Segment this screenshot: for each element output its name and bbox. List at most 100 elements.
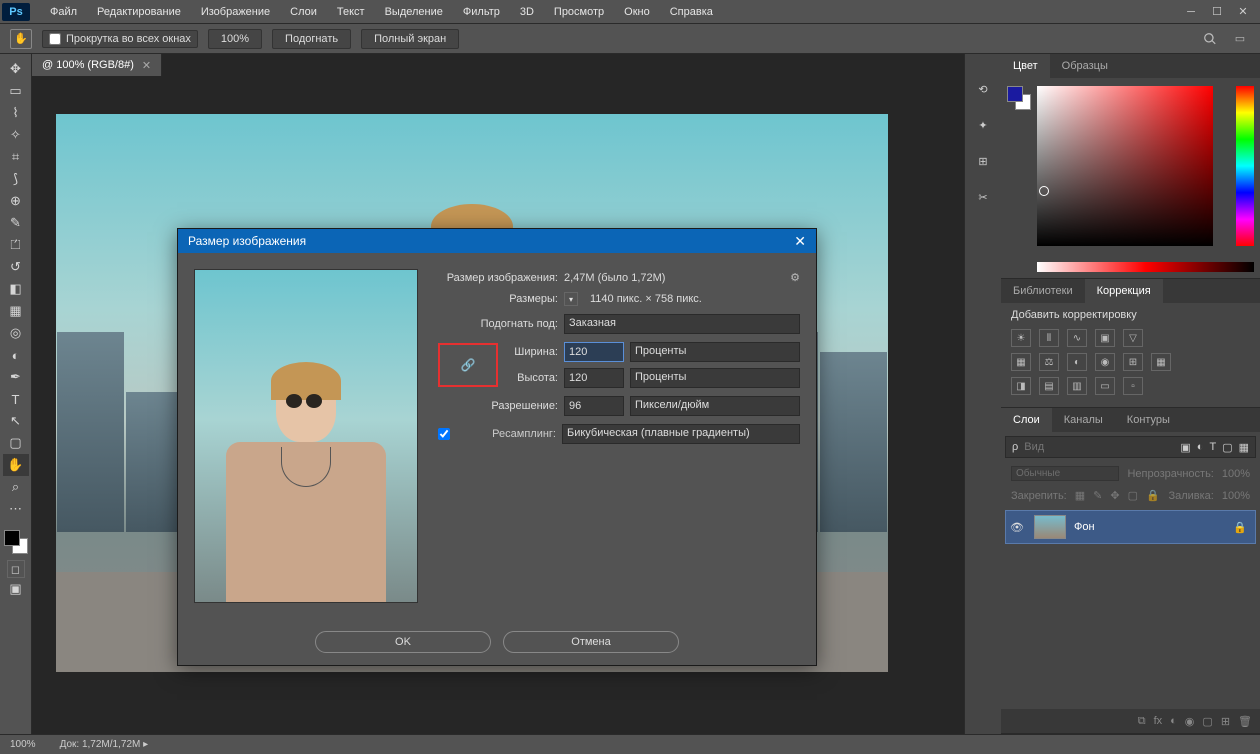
shape-tool[interactable]: ▢: [3, 432, 29, 454]
resolution-input[interactable]: [564, 396, 624, 416]
document-tab[interactable]: @ 100% (RGB/8#)✕: [32, 54, 162, 76]
eyedropper-tool[interactable]: ⟆: [3, 168, 29, 190]
history-brush-tool[interactable]: ↺: [3, 256, 29, 278]
bw-icon[interactable]: ◐: [1067, 353, 1087, 371]
swatches-tab[interactable]: Образцы: [1050, 54, 1120, 78]
fit-to-select[interactable]: Заказная: [564, 314, 800, 334]
adjustments-panel-icon[interactable]: ✂: [972, 186, 994, 208]
close-button[interactable]: ✕: [1234, 4, 1252, 20]
invert-icon[interactable]: ◨: [1011, 377, 1031, 395]
paths-tab[interactable]: Контуры: [1115, 408, 1182, 432]
zoom-status[interactable]: 100%: [10, 739, 36, 750]
filter-type-icon[interactable]: T: [1209, 441, 1216, 453]
lookup-icon[interactable]: ▦: [1151, 353, 1171, 371]
layers-tab[interactable]: Слои: [1001, 408, 1052, 432]
filter-shape-icon[interactable]: ▢: [1222, 441, 1232, 454]
photo-filter-icon[interactable]: ◉: [1095, 353, 1115, 371]
layer-lock-icon[interactable]: 🔒: [1233, 521, 1251, 534]
constrain-proportions-toggle[interactable]: 🔗: [438, 343, 498, 387]
edit-toolbar[interactable]: ⋯: [3, 498, 29, 520]
properties-panel-icon[interactable]: ✦: [972, 114, 994, 136]
color-picker[interactable]: [1001, 78, 1260, 278]
libraries-tab[interactable]: Библиотеки: [1001, 279, 1085, 303]
fit-button[interactable]: Подогнать: [272, 29, 351, 49]
balance-icon[interactable]: ⚖: [1039, 353, 1059, 371]
height-input[interactable]: [564, 368, 624, 388]
width-input[interactable]: [564, 342, 624, 362]
channels-tab[interactable]: Каналы: [1052, 408, 1115, 432]
pen-tool[interactable]: ✒: [3, 366, 29, 388]
marquee-tool[interactable]: ▭: [3, 80, 29, 102]
layer-filter[interactable]: ρ ▣ ◐ T ▢ ▦: [1005, 436, 1256, 458]
dialog-close-icon[interactable]: ✕: [794, 233, 806, 250]
link-layers-icon[interactable]: ⧉: [1138, 715, 1146, 728]
hand-tool-icon[interactable]: ✋: [10, 29, 32, 49]
height-unit-select[interactable]: Проценты: [630, 368, 800, 388]
magic-wand-tool[interactable]: ✧: [3, 124, 29, 146]
adjustment-layer-icon[interactable]: ◉: [1185, 715, 1195, 728]
fx-icon[interactable]: fx: [1154, 715, 1163, 727]
threshold-icon[interactable]: ▥: [1067, 377, 1087, 395]
eraser-tool[interactable]: ◧: [3, 278, 29, 300]
mixer-icon[interactable]: ⊞: [1123, 353, 1143, 371]
lock-position-icon[interactable]: ✎: [1093, 489, 1102, 502]
resample-checkbox[interactable]: [438, 428, 450, 440]
scroll-all-checkbox[interactable]: Прокрутка во всех окнах: [42, 30, 198, 48]
gradient-map-icon[interactable]: ▭: [1095, 377, 1115, 395]
maximize-button[interactable]: ☐: [1208, 4, 1226, 20]
lock-all-icon[interactable]: 🔒: [1146, 489, 1160, 502]
curves-icon[interactable]: ∿: [1067, 329, 1087, 347]
minimize-button[interactable]: ─: [1182, 4, 1200, 20]
fill-value[interactable]: 100%: [1222, 490, 1250, 502]
menu-3d[interactable]: 3D: [510, 6, 544, 18]
mask-icon[interactable]: ◐: [1170, 715, 1177, 727]
width-unit-select[interactable]: Проценты: [630, 342, 800, 362]
stamp-tool[interactable]: ⏍: [3, 234, 29, 256]
hue-icon[interactable]: ▦: [1011, 353, 1031, 371]
zoom-level[interactable]: 100%: [208, 29, 262, 49]
search-icon[interactable]: [1200, 31, 1220, 47]
layer-item[interactable]: 👁 Фон 🔒: [1005, 510, 1256, 544]
move-tool[interactable]: ✥: [3, 58, 29, 80]
dialog-titlebar[interactable]: Размер изображения ✕: [178, 229, 816, 253]
new-layer-icon[interactable]: ⊞: [1221, 715, 1230, 728]
menu-edit[interactable]: Редактирование: [87, 6, 191, 18]
dodge-tool[interactable]: ◐: [3, 344, 29, 366]
layer-thumbnail[interactable]: [1034, 515, 1066, 539]
healing-tool[interactable]: ⊕: [3, 190, 29, 212]
resample-select[interactable]: Бикубическая (плавные градиенты): [562, 424, 800, 444]
quick-mask-toggle[interactable]: ◻: [7, 560, 25, 578]
menu-select[interactable]: Выделение: [375, 6, 453, 18]
lock-move-icon[interactable]: ✥: [1110, 489, 1119, 502]
blend-mode-select[interactable]: Обычные: [1011, 466, 1119, 481]
vibrance-icon[interactable]: ▽: [1123, 329, 1143, 347]
screen-mode[interactable]: ▣: [3, 578, 29, 600]
type-tool[interactable]: T: [3, 388, 29, 410]
filter-image-icon[interactable]: ▣: [1180, 441, 1190, 454]
resolution-unit-select[interactable]: Пиксели/дюйм: [630, 396, 800, 416]
menu-window[interactable]: Окно: [614, 6, 660, 18]
color-tab[interactable]: Цвет: [1001, 54, 1050, 78]
layer-search-input[interactable]: [1024, 441, 1174, 453]
menu-file[interactable]: Файл: [40, 6, 87, 18]
filter-adjust-icon[interactable]: ◐: [1197, 441, 1204, 453]
menu-layer[interactable]: Слои: [280, 6, 327, 18]
character-panel-icon[interactable]: ⊞: [972, 150, 994, 172]
cancel-button[interactable]: Отмена: [503, 631, 679, 653]
lock-pixels-icon[interactable]: ▦: [1075, 489, 1085, 502]
visibility-icon[interactable]: 👁: [1010, 521, 1026, 534]
hand-tool[interactable]: ✋: [3, 454, 29, 476]
close-doc-icon[interactable]: ✕: [142, 59, 151, 72]
menu-view[interactable]: Просмотр: [544, 6, 614, 18]
levels-icon[interactable]: ⫴: [1039, 329, 1059, 347]
menu-image[interactable]: Изображение: [191, 6, 280, 18]
posterize-icon[interactable]: ▤: [1039, 377, 1059, 395]
menu-text[interactable]: Текст: [327, 6, 375, 18]
lock-artboard-icon[interactable]: ▢: [1128, 489, 1138, 502]
workspace-icon[interactable]: ▭: [1230, 31, 1250, 47]
group-icon[interactable]: ▢: [1202, 715, 1212, 728]
filter-smart-icon[interactable]: ▦: [1239, 441, 1249, 454]
menu-filter[interactable]: Фильтр: [453, 6, 510, 18]
opacity-value[interactable]: 100%: [1222, 468, 1250, 480]
blur-tool[interactable]: ◎: [3, 322, 29, 344]
